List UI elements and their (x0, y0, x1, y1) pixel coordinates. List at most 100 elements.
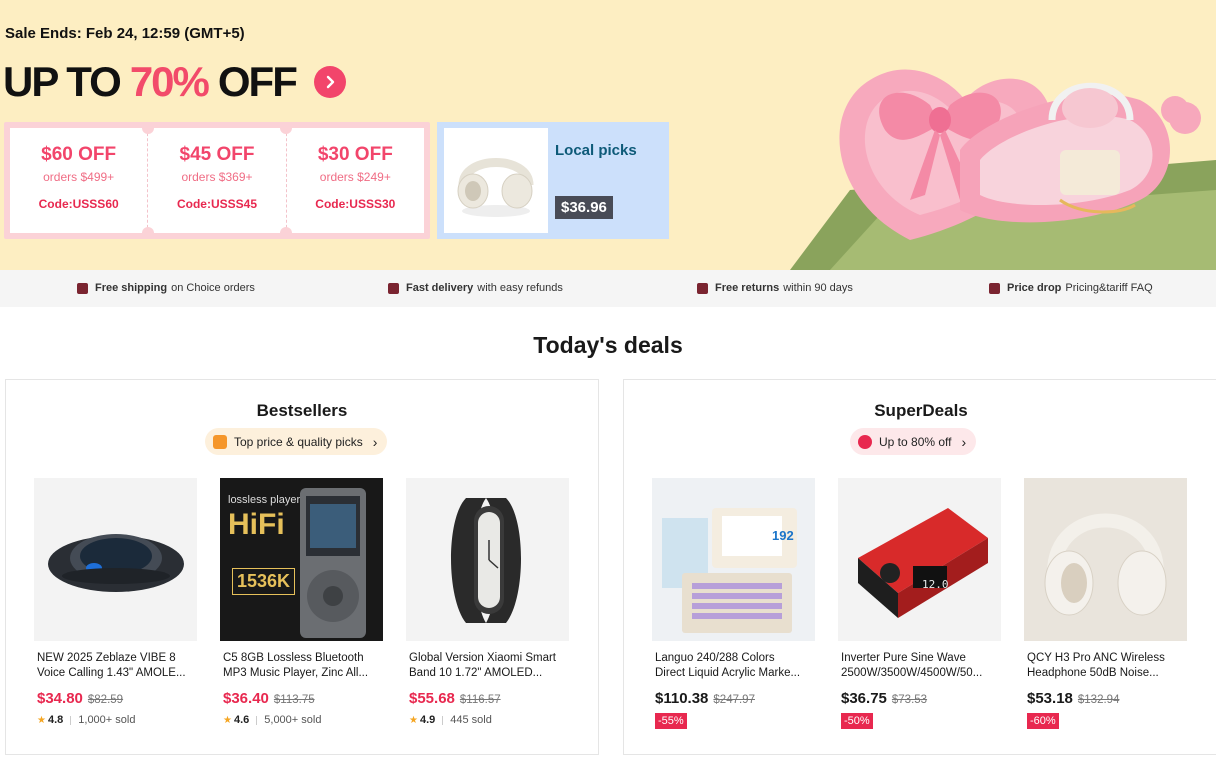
inverter-image (838, 478, 1001, 641)
benefit-text: Pricing&tariff FAQ (1065, 282, 1153, 294)
smartwatch-image (34, 478, 197, 641)
product-name-line1: Global Version Xiaomi Smart (409, 652, 557, 664)
local-picks-title: Local picks (555, 142, 637, 159)
product-price: $53.18 (1027, 690, 1073, 707)
benefit-text: on Choice orders (171, 282, 255, 294)
benefit-free-shipping[interactable]: Free shipping on Choice orders (77, 282, 255, 294)
product-rating: 4.9 (419, 714, 436, 726)
gift-box-image (790, 69, 1216, 270)
product-name-line1: Languo 240/288 Colors (655, 652, 775, 664)
star-icon: ★ (223, 714, 232, 726)
product-card[interactable]: Global Version Xiaomi Smart Band 10 1.72… (406, 478, 569, 726)
benefit-bold: Price drop (1007, 282, 1062, 294)
star-icon: ★ (409, 714, 418, 726)
shopping-bag-icon (213, 434, 227, 449)
headline-percent: 70% (129, 58, 210, 105)
image-display-text: 12.0 (922, 578, 949, 591)
coupon-code: Code:USSS45 (176, 197, 257, 211)
pill-label: Up to 80% off (879, 434, 952, 449)
product-card[interactable]: 192 Languo 240/288 Colors Direct Liquid … (652, 478, 815, 729)
product-name-line1: QCY H3 Pro ANC Wireless (1027, 652, 1165, 664)
benefit-bold: Fast delivery (406, 282, 474, 294)
clock-icon (858, 434, 872, 449)
product-original-price: $247.97 (713, 694, 755, 706)
coupon-amount: $45 OFF (179, 144, 255, 165)
hero-banner[interactable]: Sale Ends: Feb 24, 12:59 (GMT+5) UP TO 7… (0, 0, 1216, 270)
product-name-line2: Band 10 1.72" AMOLED... (409, 667, 543, 679)
product-name-line2: 2500W/3500W/4500W/50... (841, 667, 983, 679)
discount-badge: -60% (1027, 713, 1059, 729)
product-sold-count: 1,000+ sold (78, 714, 136, 726)
smart-band-image (406, 478, 569, 641)
coupon-45[interactable]: $45 OFF orders $369+ Code:USSS45 (147, 128, 285, 233)
local-picks-card[interactable]: Local picks $36.96 (437, 122, 669, 239)
coupon-30[interactable]: $30 OFF orders $249+ Code:USSS30 (285, 128, 424, 233)
product-rating: 4.8 (47, 714, 64, 726)
top-picks-pill[interactable]: Top price & quality picks › (205, 428, 388, 455)
product-name-line2: MP3 Music Player, Zinc All... (223, 667, 369, 679)
product-name-line2: Headphone 50dB Noise... (1027, 667, 1159, 679)
box-icon (388, 282, 399, 294)
product-sold-count: 5,000+ sold (264, 714, 322, 726)
benefit-bold: Free returns (715, 282, 780, 294)
benefit-fast-delivery[interactable]: Fast delivery with easy refunds (388, 282, 563, 294)
headline-suffix: OFF (217, 58, 298, 105)
bestsellers-title[interactable]: Bestsellers (6, 401, 598, 421)
coupon-notch (142, 122, 154, 134)
product-price: $36.75 (841, 690, 887, 707)
product-name-line1: NEW 2025 Zeblaze VIBE 8 (37, 652, 176, 664)
product-rating: 4.6 (233, 714, 250, 726)
product-name: C5 8GB Lossless Bluetooth MP3 Music Play… (220, 651, 383, 681)
product-card[interactable]: NEW 2025 Zeblaze VIBE 8 Voice Calling 1.… (34, 478, 197, 726)
local-picks-price: $36.96 (555, 196, 613, 219)
chevron-right-icon: › (961, 433, 967, 450)
headline-prefix: UP TO (3, 58, 122, 105)
headphones-image (444, 128, 548, 233)
chevron-right-icon: › (372, 433, 378, 450)
coupon-minimum: orders $369+ (181, 170, 253, 184)
product-price: $55.68 (409, 690, 455, 707)
product-card[interactable]: QCY H3 Pro ANC Wireless Headphone 50dB N… (1024, 478, 1187, 729)
coupon-group: $60 OFF orders $499+ Code:USSS60 $45 OFF… (4, 122, 430, 239)
truck-icon (77, 282, 88, 294)
coupon-60[interactable]: $60 OFF orders $499+ Code:USSS60 (10, 128, 147, 233)
product-card[interactable]: 12.0 Inverter Pure Sine Wave 2500W/3500W… (838, 478, 1001, 729)
coupon-notch (280, 227, 292, 239)
headline[interactable]: UP TO 70% OFF (3, 58, 346, 106)
product-name: QCY H3 Pro ANC Wireless Headphone 50dB N… (1024, 651, 1187, 681)
coupon-code: Code:USSS30 (315, 197, 396, 211)
benefit-price-drop[interactable]: Price drop Pricing&tariff FAQ (989, 282, 1153, 294)
product-original-price: $82.59 (87, 694, 124, 706)
coupon-amount: $60 OFF (41, 144, 117, 165)
benefit-free-returns[interactable]: Free returns within 90 days (697, 282, 853, 294)
image-caption: lossless player (228, 494, 301, 506)
product-price: $36.40 (223, 690, 269, 707)
return-icon (697, 282, 708, 294)
deals-heading: Today's deals (533, 332, 683, 358)
product-sold-count: 445 sold (450, 714, 492, 726)
coupon-amount: $30 OFF (317, 144, 393, 165)
headphones-image (1024, 478, 1187, 641)
coupon-minimum: orders $249+ (319, 170, 391, 184)
product-original-price: $116.57 (459, 694, 501, 706)
image-hifi-text: HiFi (228, 508, 285, 541)
product-name: Inverter Pure Sine Wave 2500W/3500W/4500… (838, 651, 1001, 681)
coupon-notch (142, 227, 154, 239)
product-name-line1: C5 8GB Lossless Bluetooth (223, 652, 364, 664)
up-to-80-pill[interactable]: Up to 80% off › (850, 428, 977, 455)
discount-badge: -50% (841, 713, 873, 729)
product-name: Languo 240/288 Colors Direct Liquid Acry… (652, 651, 815, 681)
benefit-text: with easy refunds (477, 282, 563, 294)
superdeals-panel: SuperDeals Up to 80% off › 192 Languo 24… (623, 379, 1216, 755)
product-name-line1: Inverter Pure Sine Wave (841, 652, 966, 664)
image-bitrate-text: 1536K (232, 568, 296, 595)
product-card[interactable]: lossless player HiFi 1536K C5 8GB Lossle… (220, 478, 383, 726)
product-name: NEW 2025 Zeblaze VIBE 8 Voice Calling 1.… (34, 651, 197, 681)
benefit-bold: Free shipping (95, 282, 168, 294)
benefit-text: within 90 days (783, 282, 853, 294)
superdeals-title[interactable]: SuperDeals (624, 401, 1216, 421)
sale-ends-text: Sale Ends: Feb 24, 12:59 (GMT+5) (5, 25, 245, 42)
star-icon: ★ (37, 714, 46, 726)
coupon-minimum: orders $499+ (43, 170, 115, 184)
chevron-right-icon[interactable] (313, 66, 346, 98)
